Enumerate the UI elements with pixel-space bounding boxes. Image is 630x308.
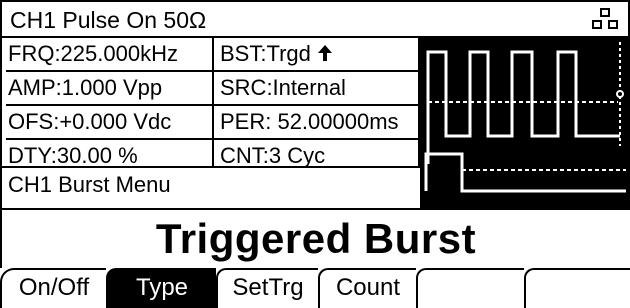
rising-edge-arrow-icon	[317, 45, 332, 61]
offset-readout: OFS:+0.000 Vdc	[6, 106, 212, 140]
burst-type-readout: BST:Trgd	[214, 38, 418, 72]
trigger-source-readout: SRC:Internal	[214, 72, 418, 106]
period-readout: PER: 52.00000ms	[214, 106, 418, 140]
waveform-params-column: FRQ:225.000kHz AMP:1.000 Vpp OFS:+0.000 …	[6, 38, 214, 168]
softkey-blank-6[interactable]	[524, 268, 630, 308]
frequency-readout: FRQ:225.000kHz	[6, 38, 212, 72]
softkey-set-trigger[interactable]: SetTrg	[216, 268, 318, 308]
burst-waveform-graphic	[424, 42, 626, 193]
amplitude-readout: AMP:1.000 Vpp	[6, 72, 212, 106]
softkey-bar: On/Off Type SetTrg Count	[0, 268, 630, 308]
burst-menu-screen: CH1 Pulse On 50Ω FRQ:225.000kHz AMP:1.00…	[0, 0, 630, 308]
title-bar: CH1 Pulse On 50Ω	[0, 0, 630, 36]
softkey-count[interactable]: Count	[318, 268, 416, 308]
menu-title: CH1 Burst Menu	[0, 168, 420, 208]
waveform-preview	[420, 36, 630, 208]
burst-params-column: BST:Trgd SRC:Internal PER: 52.00000ms CN…	[214, 38, 418, 168]
softkey-type[interactable]: Type	[106, 268, 216, 308]
channel-coupling-icon	[592, 8, 618, 29]
burst-type-text: BST:Trgd	[220, 41, 311, 66]
burst-mode-title: Triggered Burst	[0, 208, 630, 268]
softkey-on-off[interactable]: On/Off	[0, 268, 106, 308]
parameter-panel: FRQ:225.000kHz AMP:1.000 Vpp OFS:+0.000 …	[0, 36, 420, 168]
channel-title: CH1 Pulse On 50Ω	[10, 7, 207, 33]
softkey-blank-5[interactable]	[416, 268, 524, 308]
